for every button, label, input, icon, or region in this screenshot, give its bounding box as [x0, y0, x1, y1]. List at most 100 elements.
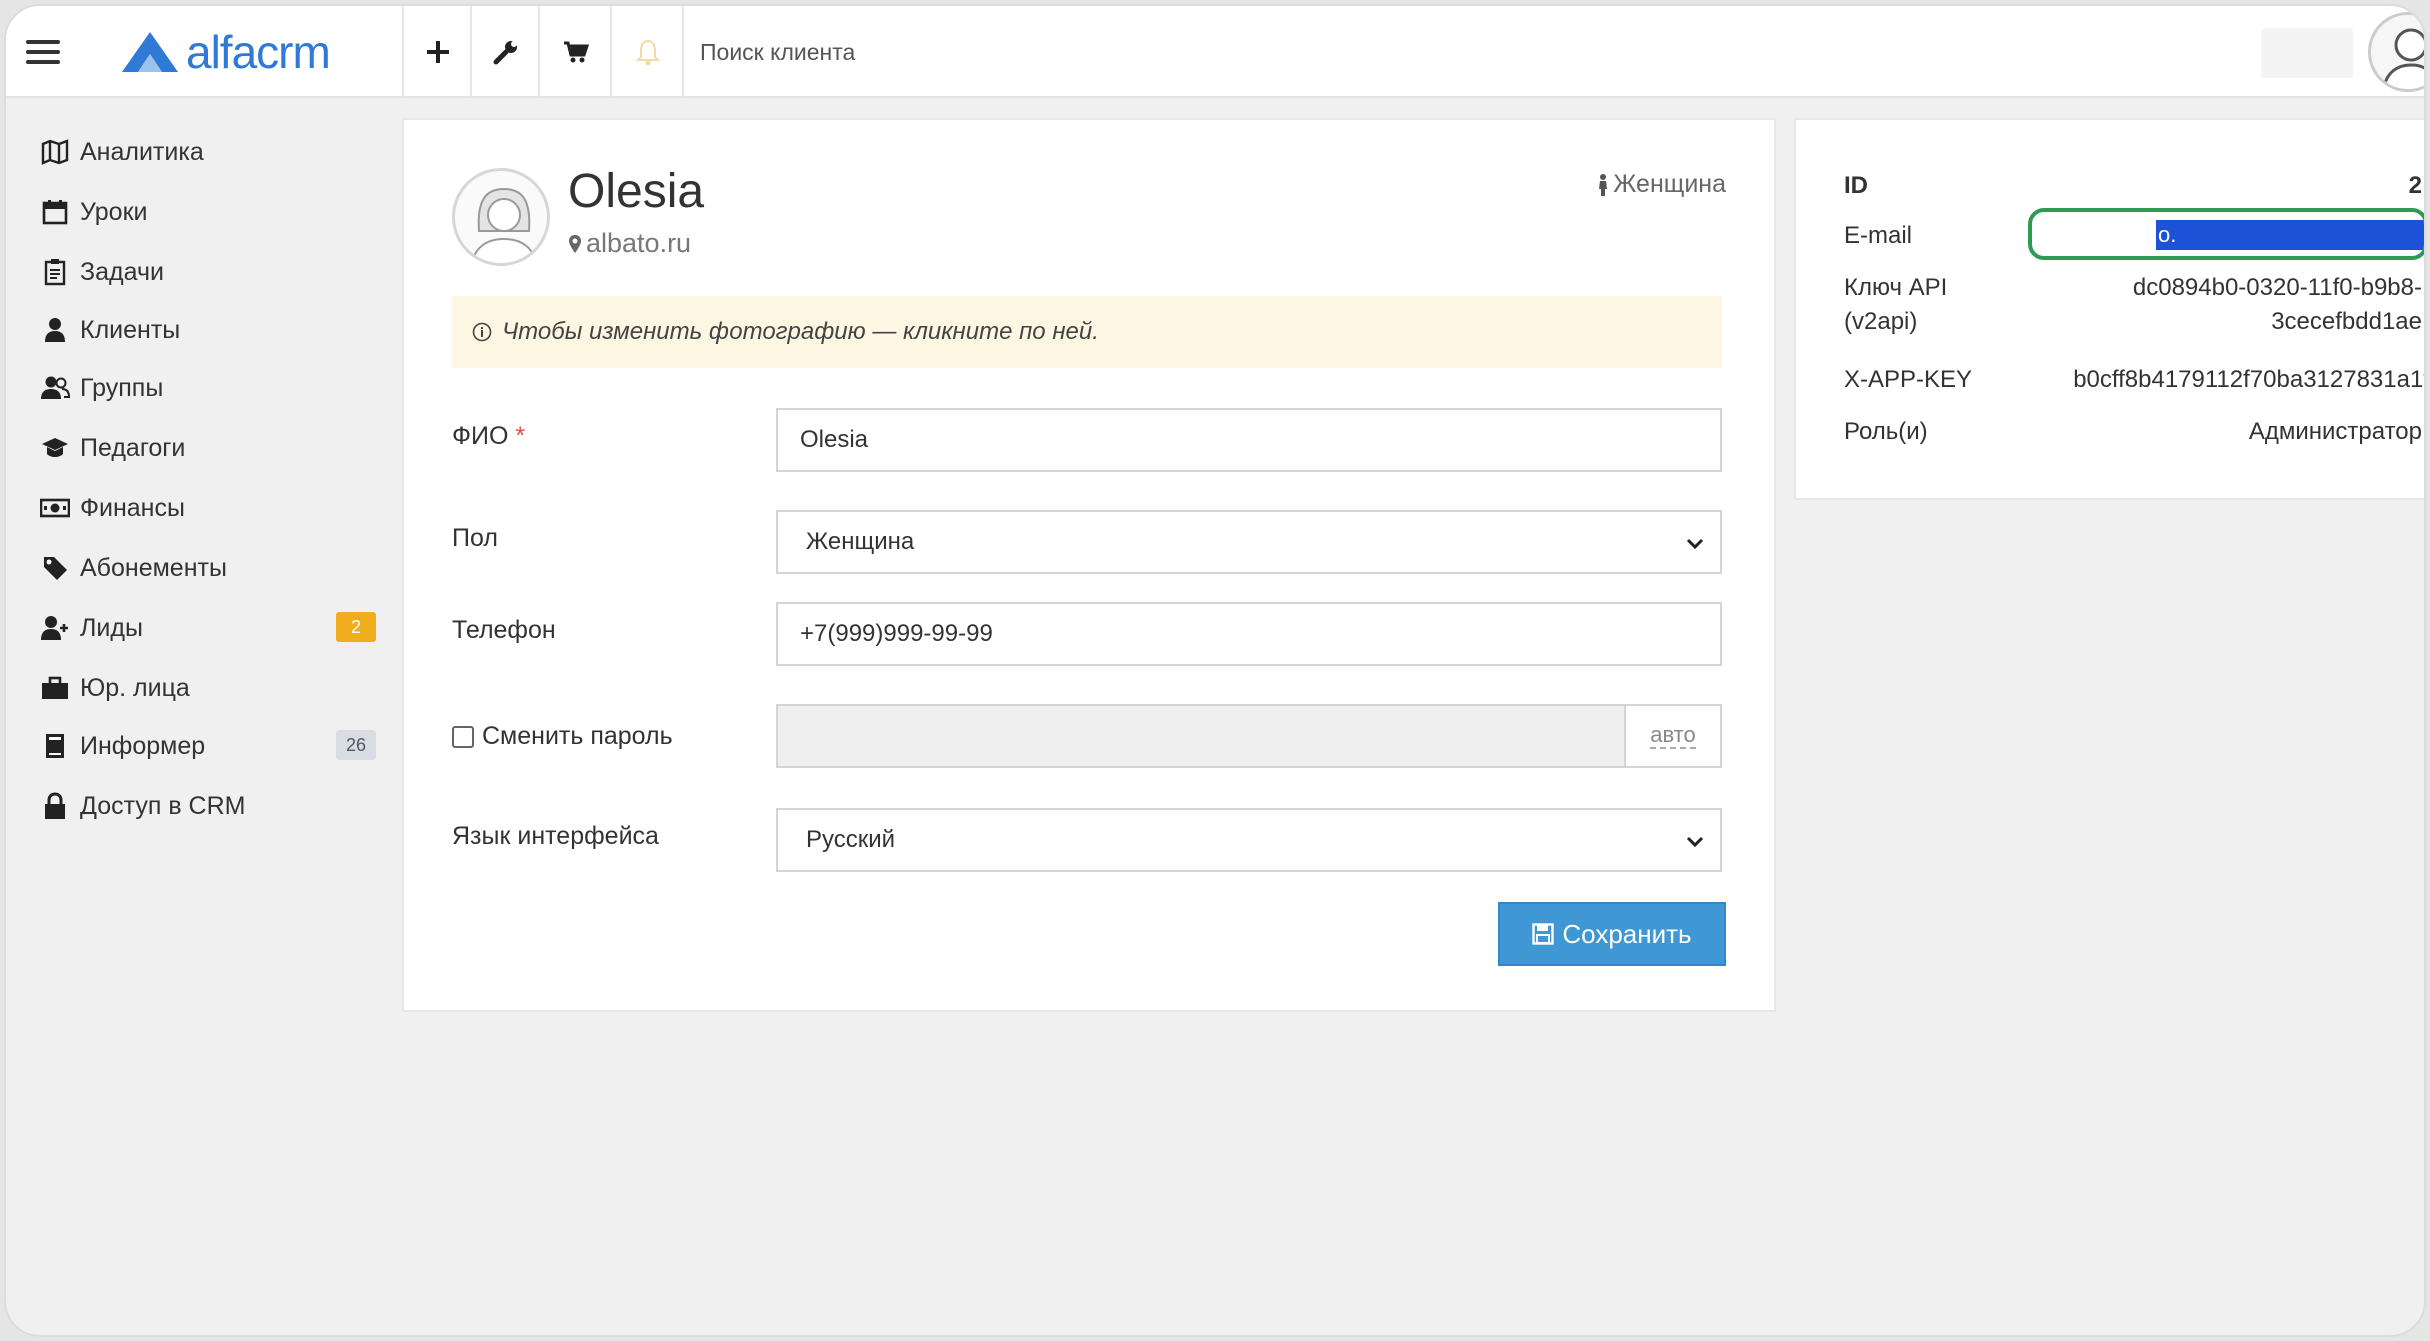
profile-card: Olesia albato.ru Женщина Чтобы изменить … [402, 118, 1776, 1012]
sidebar-item-groups[interactable]: Группы [40, 366, 380, 410]
roles-label: Роль(и) [1844, 418, 1928, 445]
bell-icon [636, 39, 660, 66]
email-value: o. [2158, 222, 2177, 247]
female-avatar-icon [471, 187, 537, 263]
avatar-icon [2382, 28, 2424, 89]
graduation-cap-icon [40, 433, 70, 463]
api-key-value-line2: 3cecefbdd1ae [2271, 308, 2422, 335]
roles-value: Администратор [2248, 418, 2422, 445]
chevron-down-icon [1686, 538, 1704, 550]
app-key-value: b0cff8b4179112f70ba3127831a1f [2073, 366, 2426, 393]
email-selection: o. [2156, 220, 2424, 250]
settings-button[interactable] [482, 6, 530, 98]
password-auto-button[interactable]: авто [1624, 706, 1720, 766]
sidebar-item-label: Уроки [80, 197, 148, 226]
api-key-value-line1: dc0894b0-0320-11f0-b9b8- [2132, 274, 2422, 301]
informer-count-badge: 26 [335, 730, 376, 760]
language-select[interactable]: Русский [776, 808, 1722, 872]
phone-input[interactable] [776, 602, 1722, 666]
divider [402, 6, 404, 98]
change-password-row: Сменить пароль [452, 722, 673, 751]
divider [682, 6, 684, 98]
user-icon [40, 315, 70, 345]
brand-name: alfacrm [186, 26, 331, 78]
briefcase-icon [40, 673, 70, 703]
app-key-label: X-APP-KEY [1844, 366, 1973, 393]
cart-icon [564, 41, 589, 63]
sidebar-item-label: Финансы [80, 493, 185, 522]
sidebar-item-teachers[interactable]: Педагоги [40, 426, 380, 470]
divider [610, 6, 612, 98]
user-avatar[interactable] [2368, 12, 2424, 92]
api-key-value: dc0894b0-0320-11f0-b9b8- 3cecefbdd1ae [2133, 274, 2422, 336]
profile-name: Olesia [568, 165, 705, 218]
notifications-button[interactable] [624, 6, 672, 98]
sidebar-item-label: Задачи [80, 257, 164, 286]
gender-select[interactable]: Женщина [776, 510, 1722, 574]
profile-gender: Женщина [1597, 170, 1726, 199]
sidebar-item-label: Педагоги [80, 433, 186, 462]
sidebar-item-label: Юр. лица [80, 673, 190, 702]
sidebar-item-subscriptions[interactable]: Абонементы [40, 546, 380, 590]
female-icon [1599, 173, 1608, 196]
save-button-label: Сохранить [1562, 918, 1692, 949]
info-icon [472, 322, 492, 342]
save-button[interactable]: Сохранить [1498, 902, 1726, 966]
sidebar-item-finance[interactable]: Финансы [40, 486, 380, 530]
language-label: Язык интерфейса [452, 822, 659, 850]
api-key-label-line2: (v2api) [1844, 308, 1918, 335]
required-marker: * [515, 422, 526, 450]
photo-hint-text: Чтобы изменить фотографию — кликните по … [502, 318, 1099, 345]
top-bar: alfacrm [6, 6, 2424, 98]
leads-count-badge: 2 [336, 612, 376, 642]
profile-location: albato.ru [568, 228, 691, 259]
gender-label: Пол [452, 524, 498, 552]
photo-hint-alert: Чтобы изменить фотографию — кликните по … [452, 296, 1722, 368]
user-plus-icon [40, 613, 70, 643]
sidebar: Аналитика Уроки Задачи Клиенты Группы Пе… [6, 98, 402, 1335]
sidebar-item-label: Группы [80, 373, 164, 402]
sidebar-item-label: Информер [80, 731, 206, 760]
email-highlight[interactable]: o. [2028, 208, 2424, 260]
sidebar-item-lessons[interactable]: Уроки [40, 190, 380, 234]
divider [470, 6, 472, 98]
brand-logo[interactable]: alfacrm [118, 26, 331, 78]
change-password-label: Сменить пароль [482, 722, 673, 750]
money-icon [40, 493, 70, 523]
sidebar-item-analytics[interactable]: Аналитика [40, 130, 380, 174]
profile-photo[interactable] [452, 168, 550, 266]
sidebar-item-label: Аналитика [80, 137, 204, 166]
phone-label: Телефон [452, 616, 556, 644]
profile-gender-text: Женщина [1613, 170, 1726, 198]
sidebar-item-leads[interactable]: Лиды 2 [40, 606, 380, 650]
password-auto-label: авто [1650, 722, 1696, 749]
chevron-down-icon [1686, 836, 1704, 848]
client-search-input[interactable] [700, 32, 1400, 72]
app-window: alfacrm Поиск клиента Аналитика Уроки За… [4, 4, 2426, 1337]
clipboard-icon [40, 257, 70, 287]
sidebar-item-label: Доступ в CRM [80, 791, 246, 820]
sidebar-item-label: Абонементы [80, 553, 227, 582]
sidebar-item-informer[interactable]: Информер 26 [40, 724, 380, 768]
language-select-value: Русский [806, 826, 896, 853]
sidebar-item-legal-entities[interactable]: Юр. лица [40, 666, 380, 710]
map-icon [40, 137, 70, 167]
password-input: авто [776, 704, 1722, 768]
sidebar-item-label: Лиды [80, 613, 143, 642]
api-key-label-line1: Ключ API [1844, 274, 1948, 301]
calendar-icon [40, 197, 70, 227]
sidebar-item-tasks[interactable]: Задачи [40, 250, 380, 294]
lock-icon [40, 791, 70, 821]
profile-domain-text: albato.ru [586, 228, 692, 258]
wrench-icon [493, 41, 517, 65]
add-button[interactable] [414, 6, 462, 98]
menu-icon[interactable] [18, 28, 72, 76]
sidebar-item-crm-access[interactable]: Доступ в CRM [40, 784, 380, 828]
id-value: 2 [2408, 172, 2422, 199]
fio-input[interactable] [776, 408, 1722, 472]
floppy-disk-icon [1532, 923, 1555, 945]
cart-button[interactable] [552, 6, 600, 98]
fio-label-text: ФИО [452, 422, 509, 450]
sidebar-item-clients[interactable]: Клиенты [40, 308, 380, 352]
change-password-checkbox[interactable] [452, 725, 474, 748]
